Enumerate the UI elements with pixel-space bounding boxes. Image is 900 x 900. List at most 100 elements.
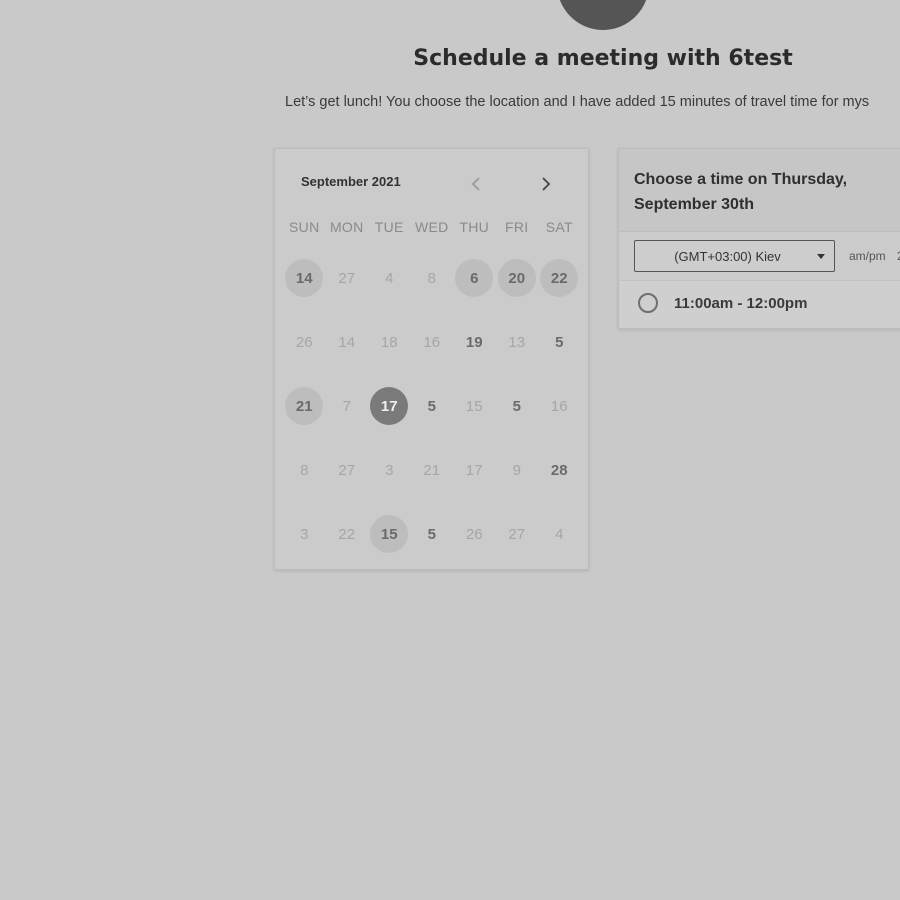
previous-month-button[interactable] [465,173,487,195]
day-cell[interactable]: 22 [538,253,581,317]
day-number: 26 [295,333,313,351]
day-cell[interactable]: 15 [368,509,411,573]
day-number: 17 [370,387,409,425]
day-number: 16 [423,333,441,351]
day-number: 5 [555,333,564,351]
day-cell[interactable]: 5 [538,317,581,381]
day-cell-selected[interactable]: 17 [368,381,411,445]
day-cell: 8 [283,445,326,509]
weekday-label: FRI [505,219,529,235]
time-panel-header: Choose a time on Thursday, September 30t… [619,149,900,232]
day-number: 9 [512,461,521,479]
weekday-label: THU [459,219,490,235]
day-cell: 8 [411,253,454,317]
day-cell: 15 [453,381,496,445]
radio-icon[interactable] [638,293,658,313]
day-number: 15 [370,515,409,553]
day-number: 14 [285,259,324,297]
day-number: 27 [338,461,356,479]
weekday-label: MON [329,219,364,235]
ampm-toggle[interactable]: am/pm [849,249,886,263]
day-grid: 14 27 4 8 6 20 22 26 14 18 16 19 13 5 21 7 17 5 15 5 16 8 27 3 2… [283,253,588,573]
day-number: 14 [338,333,356,351]
day-number: 27 [338,269,356,287]
day-number: 16 [550,397,568,415]
day-number: 26 [465,525,483,543]
day-number: 15 [465,397,483,415]
weekday-label: WED [414,219,449,235]
next-month-button[interactable] [535,173,557,195]
timezone-select[interactable]: (GMT+03:00) Kiev [634,240,835,272]
day-cell: 3 [283,509,326,573]
month-label: September 2021 [301,174,401,189]
day-number: 3 [385,461,394,479]
day-cell[interactable]: 5 [411,381,454,445]
day-cell: 18 [368,317,411,381]
timezone-value: (GMT+03:00) Kiev [674,248,781,264]
day-cell: 16 [411,317,454,381]
day-number: 19 [465,333,483,351]
chevron-right-icon [542,177,551,191]
weekday-label: SAT [545,219,573,235]
day-cell[interactable]: 20 [496,253,539,317]
day-number: 13 [508,333,526,351]
time-slot[interactable]: 11:00am - 12:00pm [619,280,900,328]
day-cell: 17 [453,445,496,509]
time-selection-panel: Choose a time on Thursday, September 30t… [618,148,900,329]
scheduling-page: Schedule a meeting with 6test Let’s get … [0,0,900,900]
day-cell: 27 [326,253,369,317]
day-number: 6 [455,259,494,297]
day-cell[interactable]: 14 [283,253,326,317]
day-cell: 4 [368,253,411,317]
day-cell: 16 [538,381,581,445]
day-cell: 9 [496,445,539,509]
weekday-row: SUN MON TUE WED THU FRI SAT [283,219,588,239]
day-cell[interactable]: 28 [538,445,581,509]
day-cell: 21 [411,445,454,509]
calendar: September 2021 SUN MON TUE WED THU FRI SAT 14 2… [274,148,589,570]
time-panel-heading: Choose a time on Thursday, September 30t… [634,171,848,213]
page-description: Let’s get lunch! You choose the location… [285,94,870,110]
day-number: 4 [385,269,394,287]
day-number: 20 [497,259,536,297]
day-cell: 14 [326,317,369,381]
day-number: 7 [342,397,351,415]
day-number: 21 [423,461,441,479]
day-number: 22 [540,259,579,297]
day-cell: 7 [326,381,369,445]
weekday-label: SUN [289,219,320,235]
day-cell: 22 [326,509,369,573]
day-number: 8 [427,269,436,287]
day-number: 5 [512,397,521,415]
day-cell: 27 [326,445,369,509]
day-number: 5 [427,397,436,415]
day-number: 5 [427,525,436,543]
weekday-label: TUE [374,219,404,235]
caret-down-icon [808,253,834,259]
day-cell[interactable]: 5 [411,509,454,573]
day-cell: 4 [538,509,581,573]
day-number: 27 [508,525,526,543]
day-cell: 26 [283,317,326,381]
day-number: 21 [285,387,324,425]
page-title: Schedule a meeting with 6test [413,46,793,71]
day-cell[interactable]: 19 [453,317,496,381]
time-slot-label: 11:00am - 12:00pm [674,295,808,312]
day-cell: 3 [368,445,411,509]
day-cell: 26 [453,509,496,573]
day-number: 3 [300,525,309,543]
timezone-row: (GMT+03:00) Kiev am/pm 2 [619,232,900,278]
day-number: 28 [550,461,568,479]
day-cell: 13 [496,317,539,381]
calendar-header: September 2021 [275,149,588,215]
day-number: 4 [555,525,564,543]
day-number: 8 [300,461,309,479]
avatar [557,0,649,30]
chevron-left-icon [471,177,480,191]
day-cell[interactable]: 21 [283,381,326,445]
day-cell[interactable]: 5 [496,381,539,445]
day-cell: 27 [496,509,539,573]
day-number: 18 [380,333,398,351]
day-number: 17 [465,461,483,479]
day-cell[interactable]: 6 [453,253,496,317]
